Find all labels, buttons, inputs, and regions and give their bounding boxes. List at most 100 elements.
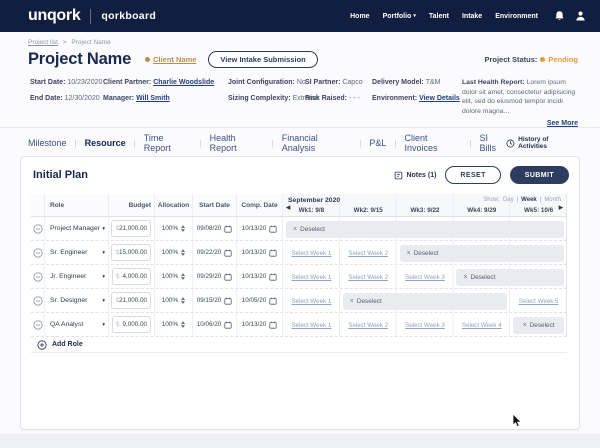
remove-role-icon[interactable]	[31, 241, 45, 264]
tab-time-report[interactable]: Time Report	[144, 133, 192, 153]
notifications-bell-icon[interactable]	[554, 10, 565, 22]
select-week-2-link[interactable]: Select Week 2	[340, 313, 397, 337]
unqork-logo[interactable]: unqork	[28, 7, 81, 25]
comp-date-input[interactable]: 10/13/20	[237, 265, 283, 288]
detail-field: Environment: View Details	[372, 94, 462, 105]
select-week-1-link[interactable]: Select Week 1	[283, 289, 340, 313]
start-date-input[interactable]: 10/06/20	[193, 313, 237, 336]
stepper-arrows-icon[interactable]	[181, 296, 186, 305]
comp-date-input[interactable]: 10/13/20	[237, 313, 283, 336]
select-week-3-link[interactable]: Select Week 3	[397, 265, 454, 289]
remove-role-icon[interactable]	[31, 313, 45, 336]
select-week-4-link[interactable]: Select Week 4	[453, 313, 510, 337]
select-week-1-link[interactable]: Select Week 1	[283, 265, 340, 289]
product-name[interactable]: qorkboard	[101, 10, 156, 22]
nav-item-portfolio[interactable]: Portfolio ▾	[383, 13, 416, 20]
week-header-3: Wk3: 9/22	[410, 206, 440, 214]
role-select[interactable]: QA Analyst ▾	[45, 313, 109, 336]
nav-item-talent[interactable]: Talent	[429, 13, 449, 20]
allocation-stepper[interactable]: 100%	[155, 241, 193, 264]
budget-input[interactable]: $4,000.00	[112, 268, 151, 285]
tab-financial-analysis[interactable]: Financial Analysis	[282, 133, 352, 153]
select-week-3-link[interactable]: Select Week 3	[397, 313, 454, 337]
comp-date-input[interactable]: 10/13/20	[237, 217, 283, 240]
stepper-arrows-icon[interactable]	[181, 224, 186, 233]
allocation-stepper[interactable]: 100%	[155, 217, 193, 240]
role-select[interactable]: Project Manager ▾	[45, 217, 109, 240]
calendar-icon	[269, 297, 277, 305]
show-option-month[interactable]: Month	[544, 197, 561, 203]
tab-resource[interactable]: Resource	[85, 138, 126, 148]
stepper-arrows-icon[interactable]	[181, 320, 186, 329]
budget-cell: $4,000.00	[109, 265, 155, 288]
budget-input[interactable]: $15,000.00	[111, 244, 151, 261]
detail-value-link[interactable]: Will Smith	[136, 95, 170, 102]
deselect-button[interactable]: × Deselect	[513, 316, 564, 334]
detail-value: T&M	[425, 79, 441, 86]
stepper-arrows-icon[interactable]	[181, 248, 186, 257]
user-profile-icon[interactable]	[575, 10, 586, 22]
comp-date-input[interactable]: 10/05/20	[237, 289, 283, 312]
tab-health-report[interactable]: Health Report	[210, 133, 264, 153]
allocation-stepper[interactable]: 100%	[155, 313, 193, 336]
history-of-activities-link[interactable]: History of Activities	[506, 136, 578, 150]
header-remove-col	[31, 194, 45, 216]
show-option-week[interactable]: Week	[521, 197, 537, 203]
submit-button[interactable]: SUBMIT	[509, 166, 569, 184]
chevron-down-icon: ▾	[102, 321, 105, 328]
start-date-input[interactable]: 09/08/20	[193, 217, 237, 240]
budget-value: 21,000.00	[118, 297, 147, 304]
select-week-1-link[interactable]: Select Week 1	[283, 313, 340, 337]
allocation-stepper[interactable]: 100%	[155, 265, 193, 288]
add-role-button[interactable]: Add Role	[31, 337, 567, 353]
view-intake-submission-button[interactable]: View Intake Submission	[208, 51, 318, 68]
budget-input[interactable]: $21,000.00	[111, 220, 151, 237]
nav-item-intake[interactable]: Intake	[462, 13, 482, 20]
deselect-button[interactable]: × Deselect	[342, 292, 508, 310]
nav-item-home[interactable]: Home	[350, 13, 369, 20]
select-week-2-link[interactable]: Select Week 2	[340, 241, 397, 265]
calendar-icon	[224, 273, 232, 281]
detail-value: 12/30/2020	[64, 94, 100, 102]
budget-input[interactable]: $9,000.00	[112, 316, 151, 333]
role-select[interactable]: Jr. Engineer ▾	[45, 265, 109, 288]
deselect-button[interactable]: × Deselect	[456, 268, 564, 286]
deselect-button[interactable]: × Deselect	[399, 244, 564, 262]
breadcrumb: Project list > Project Name	[28, 39, 111, 46]
remove-role-icon[interactable]	[31, 289, 45, 312]
detail-value-link[interactable]: View Details	[419, 95, 460, 102]
tab-client-invoices[interactable]: Client Invoices	[405, 133, 462, 153]
show-option-day[interactable]: Day	[503, 197, 514, 203]
remove-role-icon[interactable]	[31, 265, 45, 288]
start-date-input[interactable]: 09/29/20	[193, 265, 237, 288]
select-week-2-link[interactable]: Select Week 2	[340, 265, 397, 289]
tab-p-l[interactable]: P&L	[369, 138, 386, 148]
month-line: September 2020 Show: Day | Week | Month	[283, 194, 566, 204]
notes-link[interactable]: Notes (1)	[394, 171, 436, 180]
tab-milestone[interactable]: Milestone	[28, 138, 67, 148]
client-name-link[interactable]: Client Name	[145, 55, 196, 64]
remove-role-icon[interactable]	[31, 217, 45, 240]
stepper-arrows-icon[interactable]	[181, 272, 186, 281]
select-week-5-link[interactable]: Select Week 5	[510, 289, 567, 313]
breadcrumb-project-list-link[interactable]: Project list	[28, 39, 58, 46]
role-select[interactable]: Sr. Designer ▾	[45, 289, 109, 312]
start-date-input[interactable]: 09/22/20	[193, 241, 237, 264]
start-date-input[interactable]: 09/15/20	[193, 289, 237, 312]
budget-cell: $21,000.00	[109, 217, 155, 240]
screen: unqork qorkboard Home Portfolio ▾ Talent Int…	[0, 0, 600, 448]
month-label: September 2020	[288, 196, 341, 204]
comp-date-input[interactable]: 10/13/20	[237, 241, 283, 264]
detail-label: Joint Configuration:	[228, 79, 297, 86]
clock-icon	[506, 139, 515, 147]
nav-item-environment[interactable]: Environment	[495, 13, 538, 20]
tab-si-bills[interactable]: SI Bills	[480, 133, 507, 153]
deselect-button[interactable]: × Deselect	[286, 220, 564, 238]
tab-separator: |	[469, 138, 472, 148]
detail-value-link[interactable]: Charlie Woodslide	[153, 79, 214, 86]
select-week-1-link[interactable]: Select Week 1	[283, 241, 340, 265]
role-select[interactable]: Sr. Engineer ▾	[45, 241, 109, 264]
reset-button[interactable]: RESET	[445, 166, 501, 184]
budget-input[interactable]: $21,000.00	[111, 292, 151, 309]
allocation-stepper[interactable]: 100%	[155, 289, 193, 312]
